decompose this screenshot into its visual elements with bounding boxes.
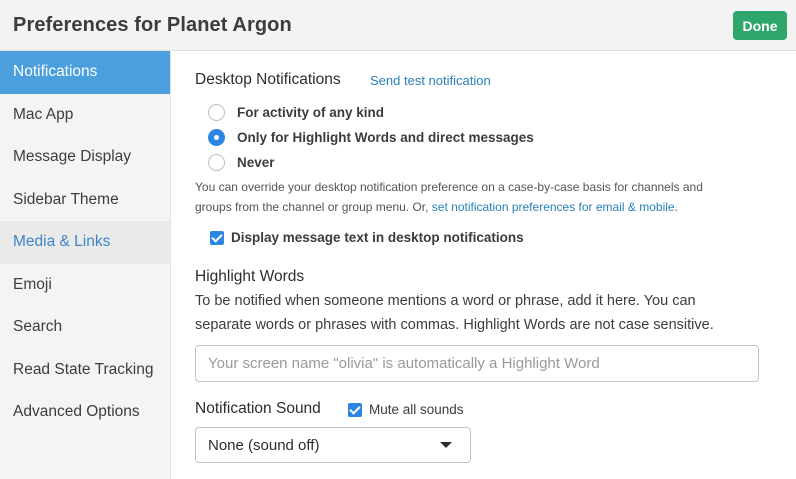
mute-all-sounds-checkbox[interactable] <box>348 402 362 417</box>
radio-row-never[interactable]: Never <box>208 152 275 172</box>
radio-label-never: Never <box>237 154 275 170</box>
highlight-words-description: To be notified when someone mentions a w… <box>195 289 785 337</box>
highlight-words-input[interactable] <box>195 345 759 382</box>
preferences-sidebar: Notifications Mac App Message Display Si… <box>0 51 171 479</box>
description-line1: You can override your desktop notificati… <box>195 180 703 194</box>
caret-down-icon <box>440 442 452 448</box>
display-message-text-label: Display message text in desktop notifica… <box>231 230 524 245</box>
description-line2: groups from the channel or group menu. O… <box>195 200 432 214</box>
email-mobile-preferences-link[interactable]: set notification preferences for email &… <box>432 200 675 214</box>
description-end: . <box>674 200 678 214</box>
highlight-description-line1: To be notified when someone mentions a w… <box>195 293 696 309</box>
radio-row-highlight-dm[interactable]: Only for Highlight Words and direct mess… <box>208 127 534 147</box>
desktop-notifications-heading: Desktop Notifications <box>195 71 341 88</box>
highlight-words-heading: Highlight Words <box>195 268 305 285</box>
display-message-text-checkbox[interactable] <box>210 230 224 245</box>
sidebar-item-message-display[interactable]: Message Display <box>0 136 170 179</box>
mute-all-sounds-row[interactable]: Mute all sounds <box>348 402 464 417</box>
sidebar-item-notifications[interactable]: Notifications <box>0 51 170 94</box>
done-button[interactable]: Done <box>733 11 787 40</box>
highlight-description-line2: separate words or phrases with commas. H… <box>195 317 714 333</box>
radio-highlight-dm[interactable] <box>208 128 225 146</box>
notification-sound-heading: Notification Sound <box>195 400 321 417</box>
radio-label-any-activity: For activity of any kind <box>237 104 385 120</box>
notification-sound-select[interactable]: None (sound off) <box>195 427 471 463</box>
sidebar-item-media-links[interactable]: Media & Links <box>0 221 170 264</box>
sidebar-item-emoji[interactable]: Emoji <box>0 264 170 307</box>
send-test-notification-link[interactable]: Send test notification <box>370 73 491 88</box>
sidebar-item-read-state-tracking[interactable]: Read State Tracking <box>0 349 170 392</box>
radio-row-any-activity[interactable]: For activity of any kind <box>208 102 384 122</box>
notification-sound-value: None (sound off) <box>208 436 320 454</box>
sidebar-item-search[interactable]: Search <box>0 306 170 349</box>
notification-override-description: You can override your desktop notificati… <box>195 177 755 217</box>
radio-label-highlight-dm: Only for Highlight Words and direct mess… <box>237 129 534 145</box>
radio-any-activity[interactable] <box>208 103 225 121</box>
sidebar-item-sidebar-theme[interactable]: Sidebar Theme <box>0 179 170 222</box>
preferences-title: Preferences for Planet Argon <box>13 14 292 36</box>
preferences-content: Desktop Notifications Send test notifica… <box>171 51 796 479</box>
radio-never[interactable] <box>208 153 225 171</box>
sidebar-item-advanced-options[interactable]: Advanced Options <box>0 391 170 434</box>
display-message-text-row[interactable]: Display message text in desktop notifica… <box>210 230 524 245</box>
preferences-header: Preferences for Planet Argon Done <box>0 0 796 51</box>
sidebar-item-mac-app[interactable]: Mac App <box>0 94 170 137</box>
mute-all-sounds-label: Mute all sounds <box>369 402 464 417</box>
